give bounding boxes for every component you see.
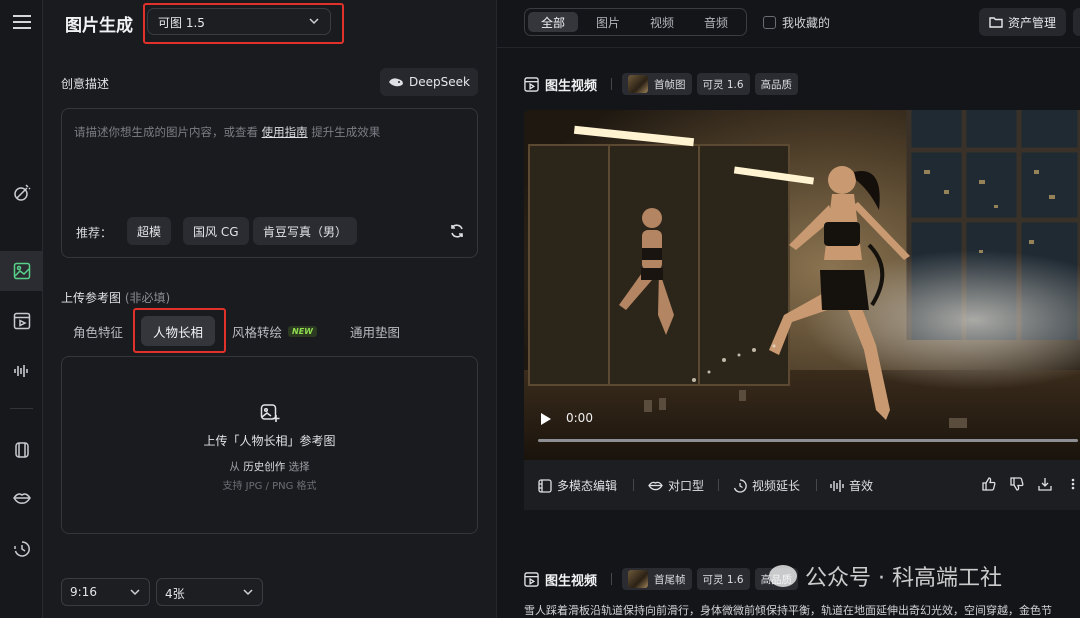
tab-style-transfer[interactable]: 风格转绘 NEW	[232, 316, 317, 346]
filter-audio[interactable]: 音频	[691, 12, 741, 32]
left-rail	[0, 0, 43, 618]
results-panel: 全部 图片 视频 音频 我收藏的 资产管理 图生视频 首帧图 可灵 1.6 高品…	[497, 0, 1080, 618]
hamburger-menu-icon[interactable]	[0, 2, 43, 42]
video-toolbar: 多模态编辑 对口型 视频延长 音效	[524, 460, 1080, 510]
thumbnail	[628, 570, 649, 588]
wechat-icon	[769, 565, 797, 587]
magic-wand-icon[interactable]	[0, 173, 43, 213]
video-time: 0:00	[566, 411, 593, 425]
sound-effects-button[interactable]: 音效	[830, 477, 873, 494]
aspect-ratio-select[interactable]: 9:16	[61, 578, 150, 606]
image-count-select[interactable]: 4张	[156, 578, 263, 606]
tag-model: 可灵 1.6	[696, 73, 750, 95]
thumbs-up-icon[interactable]	[982, 477, 996, 491]
play-icon[interactable]	[540, 412, 552, 426]
canvas-icon[interactable]	[0, 430, 43, 470]
tag-model: 可灵 1.6	[696, 568, 750, 590]
more-button[interactable]	[1073, 8, 1080, 36]
chevron-down-icon	[130, 589, 140, 596]
tab-character-features[interactable]: 角色特征	[73, 316, 123, 346]
upload-dropzone[interactable]: 上传「人物长相」参考图 从 历史创作 选择 支持 JPG / PNG 格式	[61, 356, 478, 534]
extend-video-button[interactable]: 视频延长	[733, 477, 800, 494]
thumbs-down-icon[interactable]	[1010, 477, 1024, 491]
card-header: 图生视频 首尾帧 可灵 1.6 高品质	[524, 567, 803, 591]
more-icon[interactable]	[1068, 477, 1078, 491]
download-icon[interactable]	[1038, 477, 1052, 491]
results-topbar: 全部 图片 视频 音频 我收藏的 资产管理	[497, 0, 1080, 48]
card-title: 图生视频	[545, 573, 598, 589]
chevron-down-icon	[243, 589, 253, 596]
audio-wave-icon[interactable]	[0, 351, 43, 391]
tag-quality: 高品质	[754, 73, 799, 95]
recommend-chip[interactable]: 国风 CG	[183, 217, 249, 245]
refresh-icon[interactable]	[449, 223, 465, 239]
deepseek-button[interactable]: DeepSeek	[380, 68, 478, 96]
extend-icon	[733, 478, 747, 493]
lips-icon	[648, 481, 663, 491]
new-badge: NEW	[288, 325, 317, 337]
video-controls: 0:00	[524, 400, 1080, 460]
audio-wave-icon	[830, 479, 844, 492]
guide-link[interactable]: 使用指南	[262, 125, 308, 139]
card-title: 图生视频	[545, 78, 598, 94]
video-player[interactable]: 0:00	[524, 110, 1080, 460]
lips-icon[interactable]	[0, 478, 43, 518]
video-progress-track[interactable]	[538, 439, 1078, 442]
filter-segment: 全部 图片 视频 音频	[524, 8, 747, 36]
filter-all[interactable]: 全部	[528, 12, 578, 32]
tag-first-frame: 首帧图	[622, 73, 692, 95]
page-title: 图片生成	[65, 16, 133, 36]
deepseek-whale-icon	[389, 78, 404, 87]
deepseek-label: DeepSeek	[409, 75, 470, 89]
checkbox-icon	[763, 16, 776, 29]
card-description: 雪人踩着滑板沿轨道保持向前滑行，身体微微前倾保持平衡，轨道在地面延伸出奇幻光效，…	[524, 604, 1052, 617]
video-icon	[524, 571, 539, 587]
aspect-ratio-value: 9:16	[70, 585, 97, 599]
image-icon[interactable]	[0, 251, 43, 291]
filter-videos[interactable]: 视频	[637, 12, 687, 32]
asset-management-label: 资产管理	[1007, 15, 1056, 30]
prompt-textarea[interactable]: 请描述你想生成的图片内容，或查看 使用指南 提升生成效果 推荐： 超模 国风 C…	[61, 108, 478, 258]
add-image-icon	[260, 404, 280, 422]
upload-from-history: 从 历史创作 选择	[229, 461, 310, 473]
tag-first-last-frame: 首尾帧	[622, 568, 692, 590]
image-count-value: 4张	[165, 587, 185, 601]
recommend-chip[interactable]: 超模	[127, 217, 172, 245]
creative-label: 创意描述	[61, 77, 110, 91]
multimodal-edit-icon	[538, 478, 552, 493]
filter-images[interactable]: 图片	[583, 12, 633, 32]
upload-title: 上传「人物长相」参考图	[203, 434, 336, 448]
upload-optional: (非必填)	[124, 291, 171, 305]
card-header: 图生视频 首帧图 可灵 1.6 高品质	[524, 72, 803, 96]
highlight-model-select	[143, 3, 344, 44]
video-icon	[524, 76, 539, 92]
favorites-label: 我收藏的	[782, 16, 831, 30]
video-icon[interactable]	[0, 301, 43, 341]
favorites-checkbox[interactable]: 我收藏的	[763, 14, 830, 31]
recommend-chip[interactable]: 肯豆写真（男）	[253, 217, 358, 245]
upload-label: 上传参考图 (非必填)	[61, 291, 171, 305]
folder-icon	[989, 17, 1003, 28]
prompt-placeholder: 请描述你想生成的图片内容，或查看 使用指南 提升生成效果	[74, 125, 381, 139]
recommend-label: 推荐：	[76, 226, 113, 240]
asset-management-button[interactable]: 资产管理	[979, 8, 1066, 36]
history-icon[interactable]	[0, 529, 43, 569]
highlight-face-tab	[133, 308, 226, 353]
upload-formats: 支持 JPG / PNG 格式	[222, 481, 317, 492]
thumbnail	[628, 75, 649, 93]
history-link[interactable]: 历史创作	[243, 461, 285, 473]
watermark: 公众号 · 科高端工社	[769, 560, 1002, 592]
tab-general-base[interactable]: 通用垫图	[350, 316, 400, 346]
generation-panel: 图片生成 可图 1.5 创意描述 DeepSeek 请描述你想生成的图片内容，或…	[43, 0, 497, 618]
lip-sync-button[interactable]: 对口型	[648, 477, 704, 494]
multimodal-edit-button[interactable]: 多模态编辑	[538, 477, 617, 494]
